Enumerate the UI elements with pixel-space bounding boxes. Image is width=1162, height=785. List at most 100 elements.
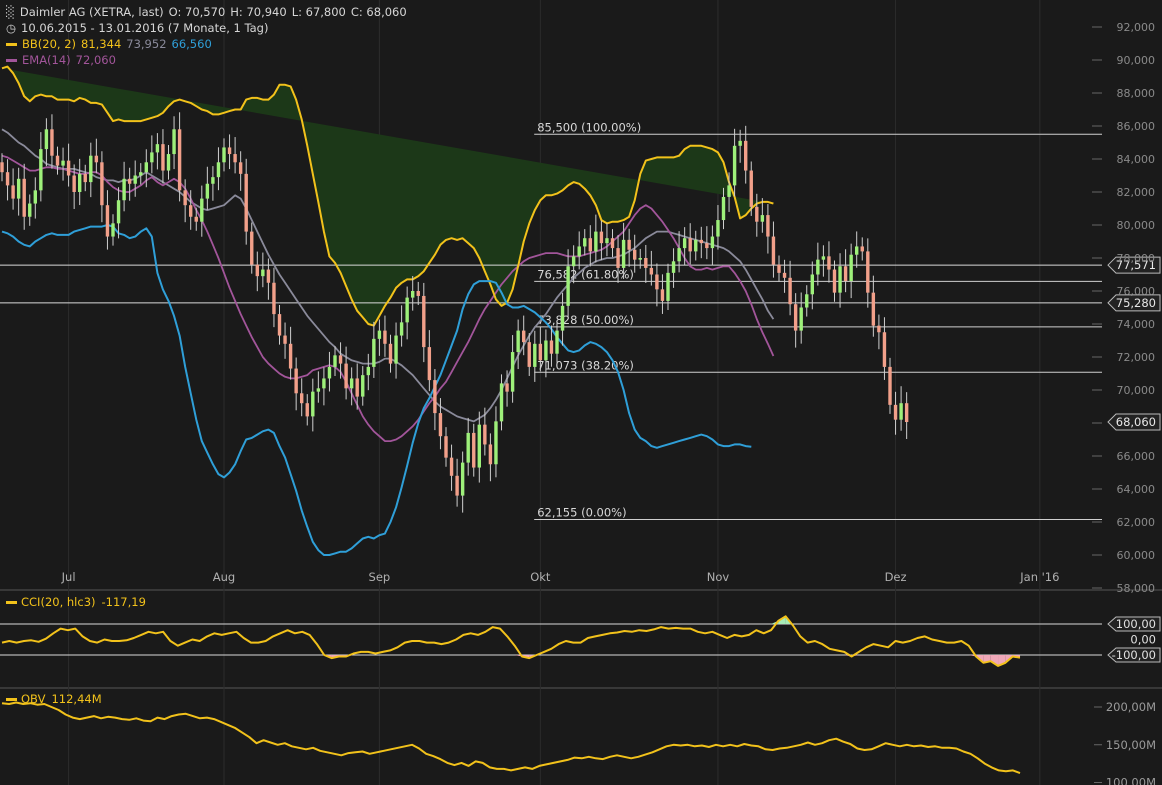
- candle-up: [721, 196, 726, 221]
- candle-down: [288, 343, 293, 369]
- obv-label: OBV: [21, 692, 46, 706]
- candle-down: [100, 162, 104, 206]
- obv-tick-label: 200,00M: [1106, 700, 1156, 714]
- cci-tick-label: 0,00: [1130, 633, 1156, 647]
- price-tick-label: 86,000: [1117, 120, 1156, 133]
- candle-down: [871, 292, 876, 326]
- candle-down: [272, 282, 276, 315]
- chart-root: 77,571 75,280 85,500 (100.00%) 76,582 (61.8…: [0, 0, 1162, 785]
- candle-down: [250, 231, 254, 265]
- candle-up: [349, 378, 354, 389]
- candle-up: [222, 147, 226, 163]
- candle-up: [133, 175, 137, 184]
- candle-down: [427, 347, 432, 381]
- price-tick-label: 92,000: [1117, 21, 1156, 34]
- candle-down: [588, 238, 592, 252]
- month-tick-label: Jan '16: [1019, 570, 1059, 584]
- ema-label: EMA(14): [22, 53, 71, 67]
- candle-down: [161, 144, 165, 171]
- candle-down: [777, 264, 781, 273]
- candle-up: [710, 236, 715, 249]
- candle-down: [744, 140, 748, 171]
- candle-up: [111, 223, 115, 237]
- price-tick-label: 66,000: [1117, 450, 1156, 463]
- open-value: O: 70,570: [168, 5, 226, 19]
- candle-down: [0, 162, 4, 173]
- candle-up: [44, 129, 49, 150]
- obv-legend: OBV 112,44M: [6, 692, 102, 706]
- candle-up: [394, 335, 398, 364]
- candle-down: [383, 330, 387, 344]
- price-tick-label: 90,000: [1117, 54, 1156, 67]
- ema-value: 72,060: [75, 53, 116, 67]
- candle-down: [627, 239, 631, 250]
- candle-down: [843, 266, 848, 282]
- candle-down: [599, 231, 604, 244]
- candle-up: [139, 172, 143, 176]
- price-tick-label: 64,000: [1117, 483, 1156, 496]
- period-header: ◷ 10.06.2015 - 13.01.2016 (7 Monate, 1 Ta…: [6, 21, 273, 35]
- cci-legend: CCI(20, hlc3) -117,19: [6, 595, 146, 609]
- candle-down: [305, 403, 309, 417]
- price-tick-label: 58,000: [1117, 582, 1156, 595]
- candle-up: [732, 145, 737, 186]
- fibonacci-label: 73,828 (50.00%): [537, 313, 634, 327]
- obv-line: [1, 701, 1021, 775]
- last-price-label: 68,060: [1116, 415, 1156, 429]
- candle-up: [205, 183, 210, 199]
- candle-down: [105, 205, 110, 237]
- bb-upper-value: 81,344: [81, 37, 122, 51]
- candle-up: [716, 220, 720, 237]
- candle-up: [16, 178, 21, 199]
- obv-value: 112,44M: [51, 692, 102, 706]
- candle-down: [438, 413, 443, 437]
- candle-up: [399, 322, 404, 336]
- candle-up: [738, 140, 742, 146]
- candle-down: [66, 160, 71, 176]
- candle-down: [277, 314, 282, 336]
- candle-up: [411, 291, 415, 298]
- candle-down: [238, 162, 243, 174]
- candle-down: [522, 330, 526, 343]
- candle-down: [827, 256, 831, 270]
- candle-down: [699, 239, 703, 244]
- candle-up: [28, 203, 32, 217]
- candle-down: [766, 215, 770, 237]
- candle-down: [255, 264, 259, 277]
- candle-up: [78, 173, 82, 192]
- candle-up: [216, 162, 221, 178]
- candle-down: [266, 269, 271, 283]
- month-tick-label: Dez: [885, 570, 907, 584]
- candle-up: [322, 378, 326, 389]
- candle-up: [555, 330, 559, 354]
- candle-down: [127, 178, 132, 184]
- candle-up: [577, 246, 581, 257]
- candle-up: [200, 198, 204, 222]
- period-text: 10.06.2015 - 13.01.2016 (7 Monate, 1 Tag…: [21, 21, 269, 35]
- candle-up: [671, 261, 676, 273]
- candle-down: [660, 289, 665, 301]
- candle-down: [866, 251, 870, 293]
- candle-down: [538, 343, 543, 361]
- candle-down: [549, 340, 554, 354]
- candle-up: [566, 266, 570, 306]
- candle-up: [211, 177, 215, 184]
- candle-up: [621, 239, 626, 268]
- low-value: L: 67,800: [291, 5, 346, 19]
- candle-down: [300, 393, 304, 404]
- month-tick-label: Jul: [61, 570, 76, 584]
- candle-up: [155, 144, 160, 153]
- bb-swatch-icon: [6, 43, 17, 46]
- candle-up: [666, 272, 670, 301]
- candle-up: [33, 190, 37, 204]
- candle-down: [771, 236, 776, 265]
- candle-down: [472, 432, 476, 468]
- candle-down: [183, 190, 187, 206]
- candle-down: [416, 291, 420, 296]
- candle-up: [516, 330, 520, 353]
- month-tick-label: Sep: [369, 570, 391, 584]
- candle-down: [705, 243, 709, 249]
- price-tick-label: 70,000: [1117, 384, 1156, 397]
- price-tick-label: 80,000: [1117, 219, 1156, 232]
- candle-up: [838, 266, 842, 293]
